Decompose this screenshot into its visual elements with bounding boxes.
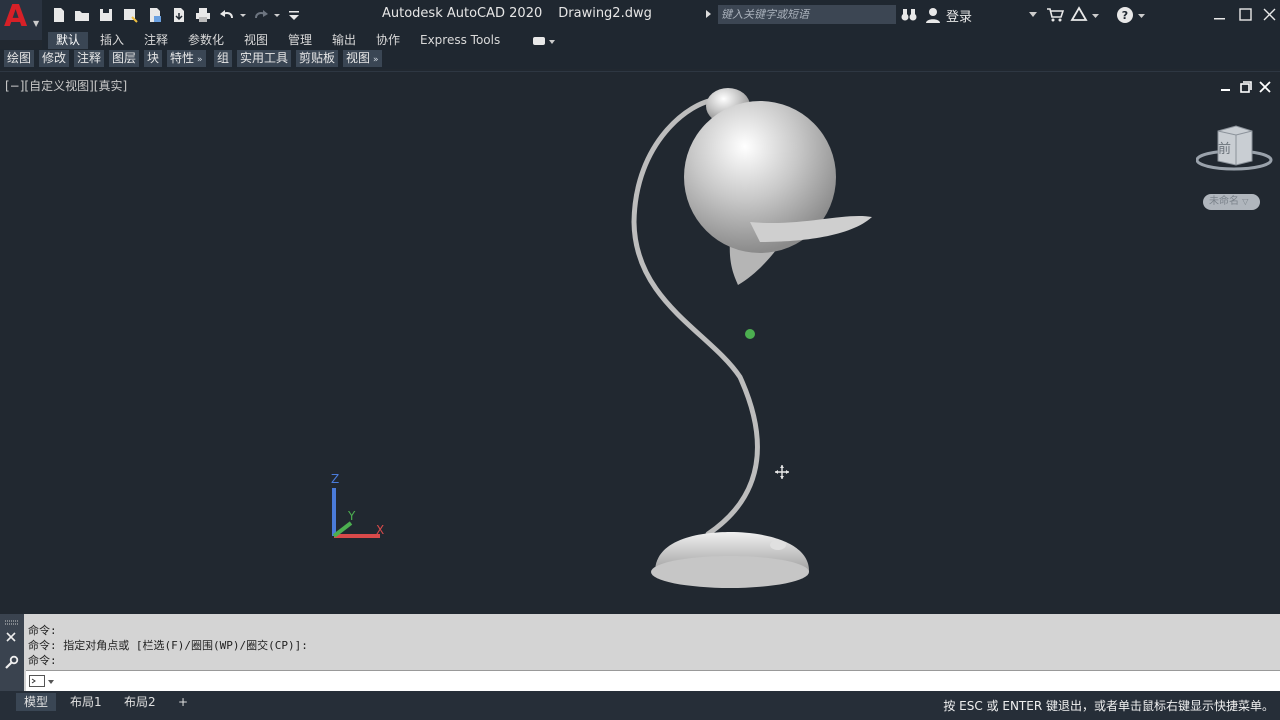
viewport-close-icon[interactable] bbox=[1259, 81, 1271, 93]
close-command-line-icon[interactable] bbox=[5, 631, 17, 643]
command-prompt-icon[interactable] bbox=[29, 675, 55, 687]
panel-groups[interactable]: 组 bbox=[214, 50, 233, 67]
viewport-controls-label[interactable]: [−][自定义视图][真实] bbox=[5, 77, 127, 94]
status-bar: 模型 布局1 布局2 + 按 ESC 或 ENTER 键退出，或者单击鼠标右键显… bbox=[0, 691, 1280, 720]
save-icon[interactable] bbox=[97, 6, 115, 24]
status-message: 按 ESC 或 ENTER 键退出，或者单击鼠标右键显示快捷菜单。 bbox=[943, 699, 1274, 713]
command-history-line: 命令: bbox=[28, 624, 57, 637]
search-input[interactable]: 键入关键字或短语 bbox=[718, 5, 896, 24]
panel-view[interactable]: 视图» bbox=[343, 50, 382, 67]
tab-parametric[interactable]: 参数化 bbox=[180, 32, 232, 49]
application-menu-button[interactable]: A ▼ bbox=[0, 0, 42, 40]
maximize-window-button[interactable] bbox=[1234, 4, 1256, 26]
tab-view[interactable]: 视图 bbox=[236, 32, 276, 49]
command-history: 命令: 命令: 指定对角点或 [栏选(F)/圈围(WP)/圈交(CP)]: 命令… bbox=[28, 623, 308, 668]
panel-label: 注释 bbox=[77, 51, 102, 65]
chevron-down-icon[interactable] bbox=[1029, 12, 1037, 18]
save-web-icon[interactable] bbox=[170, 6, 188, 24]
panel-label: 剪贴板 bbox=[299, 51, 336, 65]
expand-search-icon[interactable] bbox=[706, 10, 711, 18]
close-window-button[interactable] bbox=[1258, 4, 1280, 26]
tab-annotate[interactable]: 注释 bbox=[136, 32, 176, 49]
tab-output[interactable]: 输出 bbox=[324, 32, 364, 49]
user-icon[interactable] bbox=[926, 7, 940, 23]
chevron-down-icon: ▽ bbox=[1242, 197, 1249, 206]
wrench-settings-icon[interactable] bbox=[4, 655, 19, 670]
tab-manage[interactable]: 管理 bbox=[280, 32, 320, 49]
viewcube-face-label: 前 bbox=[1218, 142, 1232, 157]
undo-icon[interactable] bbox=[218, 6, 246, 24]
ucs-y-label: Y bbox=[348, 509, 356, 523]
panel-label: 绘图 bbox=[7, 51, 32, 65]
panel-annotation[interactable]: 注释 bbox=[74, 50, 105, 67]
tab-express-tools[interactable]: Express Tools bbox=[412, 32, 508, 49]
viewport-minimize-icon[interactable] bbox=[1220, 81, 1232, 93]
customize-quick-access-icon[interactable] bbox=[288, 6, 300, 24]
window-title: Autodesk AutoCAD 2020 Drawing2.dwg bbox=[382, 6, 668, 21]
redo-icon[interactable] bbox=[252, 6, 280, 24]
new-file-icon[interactable] bbox=[50, 6, 68, 24]
svg-text:?: ? bbox=[1122, 9, 1128, 22]
panel-label: 视图 bbox=[346, 51, 371, 65]
tab-layout1[interactable]: 布局1 bbox=[62, 693, 110, 711]
tab-insert[interactable]: 插入 bbox=[92, 32, 132, 49]
plot-printer-icon[interactable] bbox=[194, 6, 212, 24]
panel-label: 实用工具 bbox=[240, 51, 289, 65]
tab-collaborate[interactable]: 协作 bbox=[368, 32, 408, 49]
command-line-window: 命令: 命令: 指定对角点或 [栏选(F)/圈围(WP)/圈交(CP)]: 命令… bbox=[0, 614, 1280, 691]
help-icon[interactable]: ? bbox=[1116, 6, 1146, 24]
tab-default[interactable]: 默认 bbox=[48, 32, 89, 49]
ribbon-tab-bar: 默认 插入 注释 参数化 视图 管理 输出 协作 Express Tools bbox=[42, 31, 1280, 49]
tab-model[interactable]: 模型 bbox=[16, 693, 57, 711]
cart-icon[interactable] bbox=[1046, 7, 1064, 23]
autocad-logo-icon: A bbox=[4, 0, 28, 34]
panel-label: 修改 bbox=[42, 51, 67, 65]
panel-label: 特性 bbox=[170, 51, 195, 65]
open-web-icon[interactable] bbox=[146, 6, 164, 24]
autodesk-connect-icon[interactable] bbox=[1070, 6, 1100, 24]
viewcube[interactable]: 前 bbox=[1195, 125, 1274, 183]
add-layout-button[interactable]: + bbox=[170, 693, 196, 711]
save-as-icon[interactable] bbox=[121, 6, 139, 24]
chevron-down-icon: ▼ bbox=[33, 19, 40, 28]
ucs-origin-icon bbox=[745, 329, 755, 339]
crosshair-cursor-icon bbox=[775, 465, 789, 479]
drag-handle-icon[interactable] bbox=[4, 620, 20, 626]
panel-modify[interactable]: 修改 bbox=[39, 50, 70, 67]
ribbon-display-toggle-icon[interactable] bbox=[532, 35, 556, 47]
app-title: Autodesk AutoCAD 2020 bbox=[382, 6, 543, 21]
ucs-x-label: X bbox=[376, 523, 385, 537]
panel-draw[interactable]: 绘图 bbox=[4, 50, 35, 67]
file-title: Drawing2.dwg bbox=[558, 6, 652, 21]
login-button[interactable]: 登录 bbox=[946, 6, 972, 25]
panel-label: 组 bbox=[217, 51, 230, 65]
command-line-toolbar bbox=[0, 614, 24, 691]
lamp-3d-model[interactable] bbox=[600, 82, 900, 612]
drawing-viewport[interactable]: [−][自定义视图][真实] 前 未命名 ▽ Z X Y bbox=[0, 71, 1280, 615]
panel-layers[interactable]: 图层 bbox=[109, 50, 140, 67]
command-input[interactable] bbox=[26, 670, 1280, 691]
tab-layout2[interactable]: 布局2 bbox=[116, 693, 164, 711]
panel-properties[interactable]: 特性» bbox=[167, 50, 206, 67]
title-bar: A ▼ Autodesk AutoCAD 2020 Drawing2.dwg 键入… bbox=[0, 0, 1280, 40]
binoculars-icon[interactable] bbox=[901, 8, 917, 22]
minimize-window-button[interactable] bbox=[1208, 4, 1230, 26]
ucs-z-label: Z bbox=[331, 472, 340, 486]
command-history-line: 命令: 指定对角点或 [栏选(F)/圈围(WP)/圈交(CP)]: bbox=[28, 639, 308, 652]
wcs-label: 未命名 bbox=[1209, 196, 1239, 207]
panel-block[interactable]: 块 bbox=[144, 50, 163, 67]
panel-label: 块 bbox=[147, 51, 160, 65]
expand-icon: » bbox=[197, 55, 203, 65]
viewport-restore-icon[interactable] bbox=[1240, 81, 1252, 93]
command-history-line: 命令: bbox=[28, 654, 57, 667]
wcs-menu[interactable]: 未命名 ▽ bbox=[1203, 194, 1260, 210]
ribbon-panel-bar: 绘图 修改 注释 图层 块 特性» 组 实用工具 剪贴板 视图» bbox=[0, 49, 1280, 69]
open-folder-icon[interactable] bbox=[73, 6, 91, 24]
expand-icon: » bbox=[373, 55, 379, 65]
viewcube-icon bbox=[1195, 125, 1273, 171]
panel-utilities[interactable]: 实用工具 bbox=[237, 50, 292, 67]
panel-label: 图层 bbox=[112, 51, 137, 65]
panel-clipboard[interactable]: 剪贴板 bbox=[296, 50, 339, 67]
